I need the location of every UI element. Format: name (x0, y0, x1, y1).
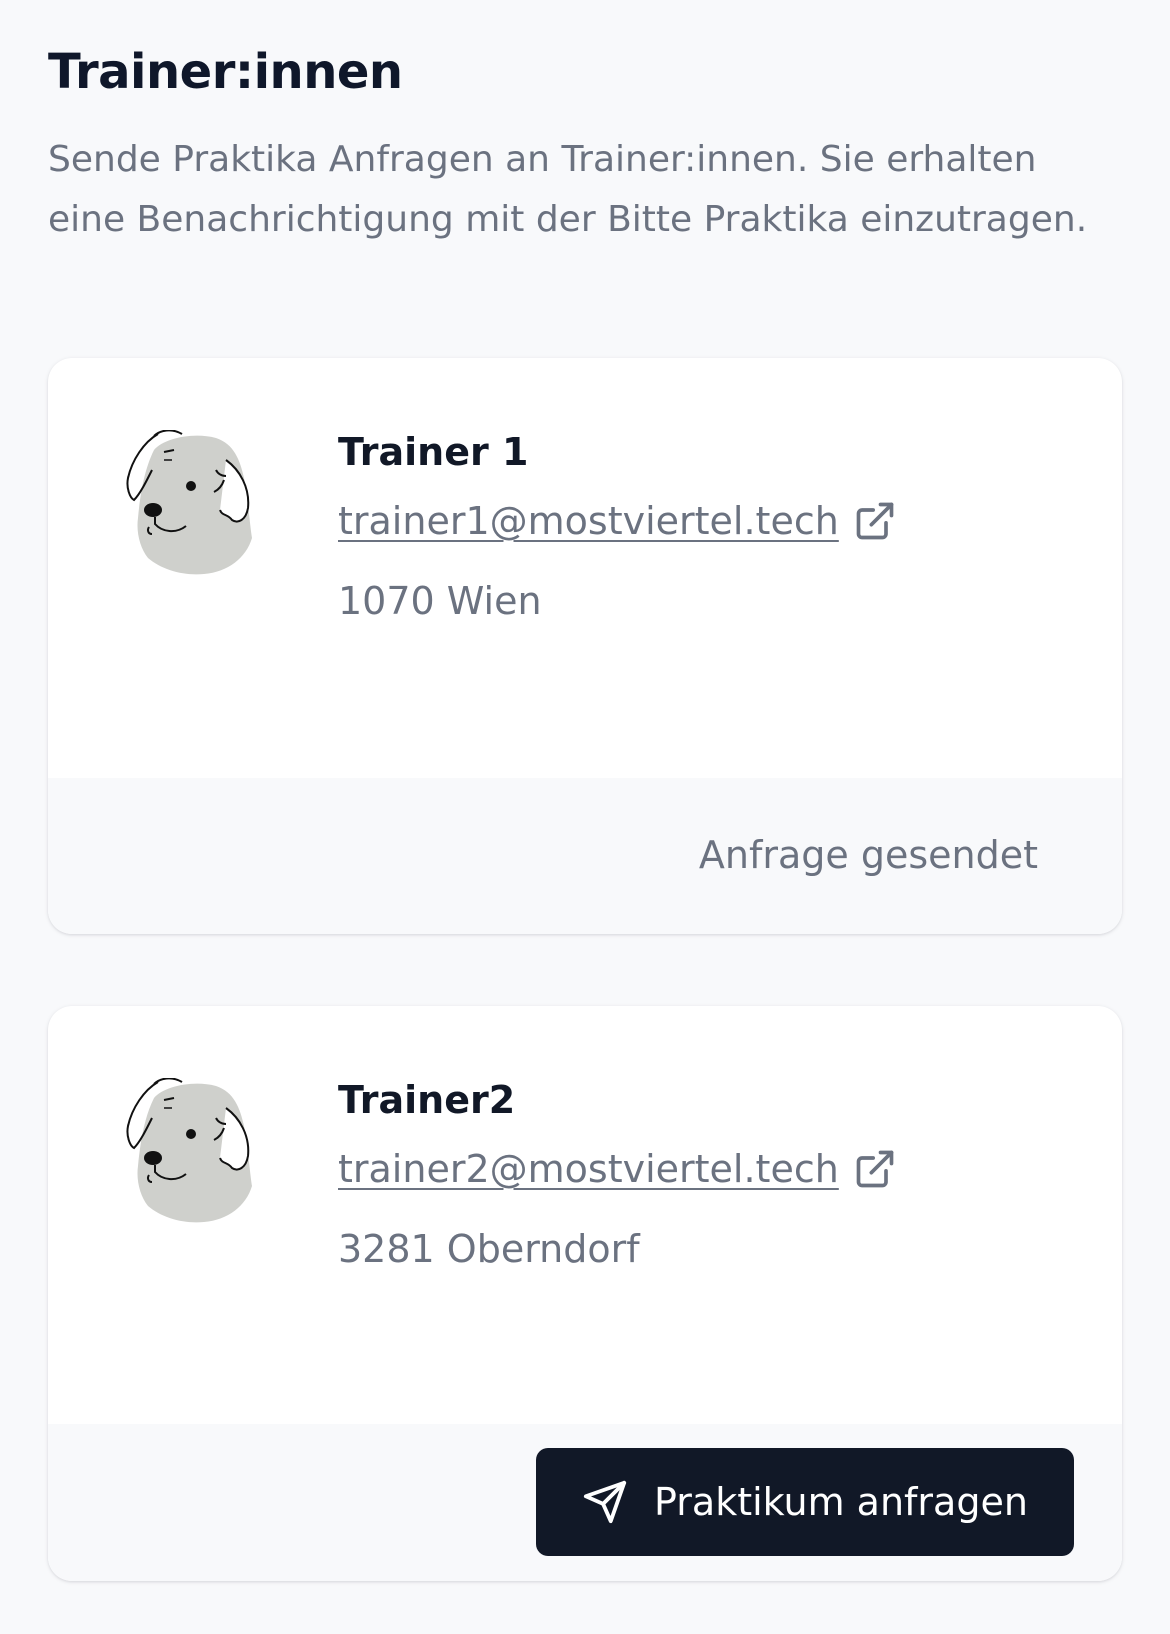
trainer-card: Trainer 1 trainer1@mostviertel.tech 1070… (48, 358, 1122, 934)
page-title: Trainer:innen (48, 44, 403, 100)
trainer-info: Trainer 1 trainer1@mostviertel.tech 1070… (338, 426, 897, 626)
trainer-name: Trainer 1 (338, 430, 529, 474)
trainer-location: 1070 Wien (338, 579, 542, 623)
page-description: Sende Praktika Anfragen an Trainer:innen… (48, 139, 1088, 240)
trainers-page: Trainer:innen Sende Praktika Anfragen an… (0, 0, 1170, 1634)
trainer-email-row: trainer2@mostviertel.tech (338, 1144, 897, 1194)
request-status: Anfrage gesendet (698, 833, 1038, 877)
trainer-location: 3281 Oberndorf (338, 1227, 640, 1271)
send-icon (583, 1480, 627, 1524)
card-footer: Praktikum anfragen (48, 1424, 1122, 1581)
dog-avatar-icon (124, 430, 260, 576)
trainer-email-link[interactable]: trainer2@mostviertel.tech (338, 1144, 839, 1194)
request-internship-label: Praktikum anfragen (654, 1480, 1028, 1524)
request-internship-button[interactable]: Praktikum anfragen (536, 1448, 1074, 1556)
trainer-email-row: trainer1@mostviertel.tech (338, 496, 897, 546)
trainer-email-link[interactable]: trainer1@mostviertel.tech (338, 496, 839, 546)
dog-avatar-icon (124, 1078, 260, 1224)
card-footer: Anfrage gesendet (48, 778, 1122, 934)
external-link-icon[interactable] (853, 499, 897, 543)
trainer-card: Trainer2 trainer2@mostviertel.tech 3281 … (48, 1006, 1122, 1581)
trainer-info: Trainer2 trainer2@mostviertel.tech 3281 … (338, 1074, 897, 1274)
external-link-icon[interactable] (853, 1147, 897, 1191)
trainer-name: Trainer2 (338, 1078, 516, 1122)
